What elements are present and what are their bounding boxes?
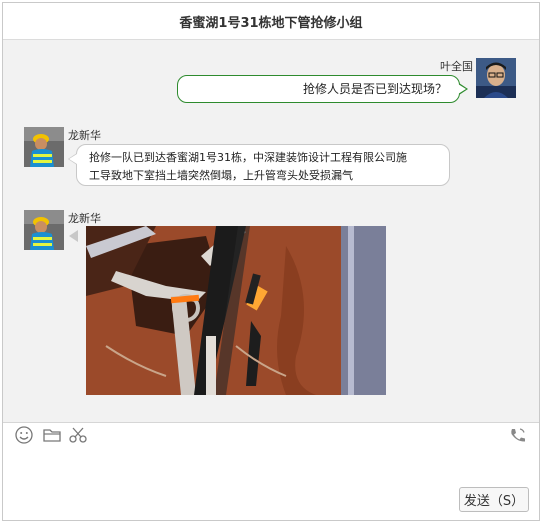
- phone-icon[interactable]: [508, 426, 528, 444]
- message-bubble[interactable]: 抢修人员是否已到达现场？: [177, 75, 460, 103]
- message-input[interactable]: 发送（S）: [3, 446, 539, 520]
- chat-history[interactable]: 叶全国 抢修人员是否已到达现场？ 龙新华 抢修一队已到达香蜜湖1号31栋，中深建…: [3, 40, 539, 422]
- avatar[interactable]: [24, 127, 64, 167]
- sender-name: 龙新华: [68, 129, 101, 142]
- avatar[interactable]: [476, 58, 516, 98]
- photo-attachment[interactable]: [86, 226, 386, 395]
- title-bar: 香蜜湖1号31栋地下管抢修小组: [3, 3, 539, 40]
- bubble-tail-inner: [69, 154, 77, 164]
- scissors-icon[interactable]: [68, 426, 88, 444]
- message-text-line: 工导致地下室挡土墙突然倒塌，上升管弯头处受损漏气: [89, 169, 353, 182]
- sender-name: 龙新华: [68, 212, 101, 225]
- message-text: 抢修人员是否已到达现场？: [302, 82, 447, 96]
- bubble-tail: [69, 230, 78, 242]
- message-bubble[interactable]: 抢修一队已到达香蜜湖1号31栋，中深建装饰设计工程有限公司施 工导致地下室挡土墙…: [76, 144, 450, 186]
- bubble-tail-inner: [458, 84, 466, 94]
- message-text-line: 抢修一队已到达香蜜湖1号31栋，中深建装饰设计工程有限公司施: [89, 151, 407, 164]
- chat-window: 香蜜湖1号31栋地下管抢修小组 叶全国 抢修人员是否已到达现场？ 龙新华 抢修一…: [2, 2, 540, 521]
- avatar[interactable]: [24, 210, 64, 250]
- composer-toolbar: [3, 422, 539, 446]
- folder-icon[interactable]: [42, 426, 62, 444]
- window-title: 香蜜湖1号31栋地下管抢修小组: [179, 15, 363, 31]
- smiley-icon[interactable]: [14, 426, 34, 444]
- sender-name: 叶全国: [440, 60, 473, 73]
- send-button[interactable]: 发送（S）: [459, 487, 529, 512]
